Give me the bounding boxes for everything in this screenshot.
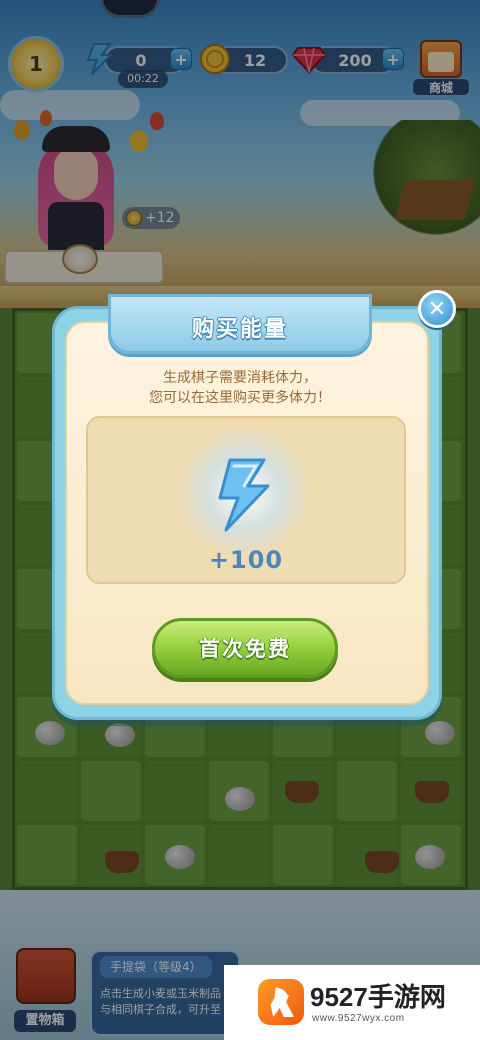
watermark-title: 9527手游网: [310, 982, 446, 1012]
dialog-title: 购买能量: [191, 317, 288, 342]
description-line2: 您可以在这里购买更多体力！: [149, 390, 331, 406]
free-claim-button[interactable]: 首次免费: [152, 618, 338, 678]
free-claim-label: 首次免费: [199, 637, 291, 661]
close-button[interactable]: ✕: [418, 290, 456, 328]
dialog-title-banner: 购买能量: [108, 294, 372, 354]
description-line1: 生成棋子需要消耗体力，: [163, 370, 317, 386]
close-icon: ✕: [427, 296, 447, 322]
watermark: 9527手游网 www.9527wyx.com: [224, 965, 480, 1040]
dialog-description: 生成棋子需要消耗体力， 您可以在这里购买更多体力！: [70, 368, 410, 408]
watermark-horse-logo: [258, 979, 304, 1025]
reward-amount: +100: [208, 546, 284, 574]
watermark-url: www.9527wyx.com: [312, 1013, 405, 1024]
energy-bolt-icon: [212, 456, 274, 534]
game-scene: 1 0 + 00:22 12 200 + 商城 +12 置物箱 手提袋（等级4）…: [0, 0, 480, 1040]
